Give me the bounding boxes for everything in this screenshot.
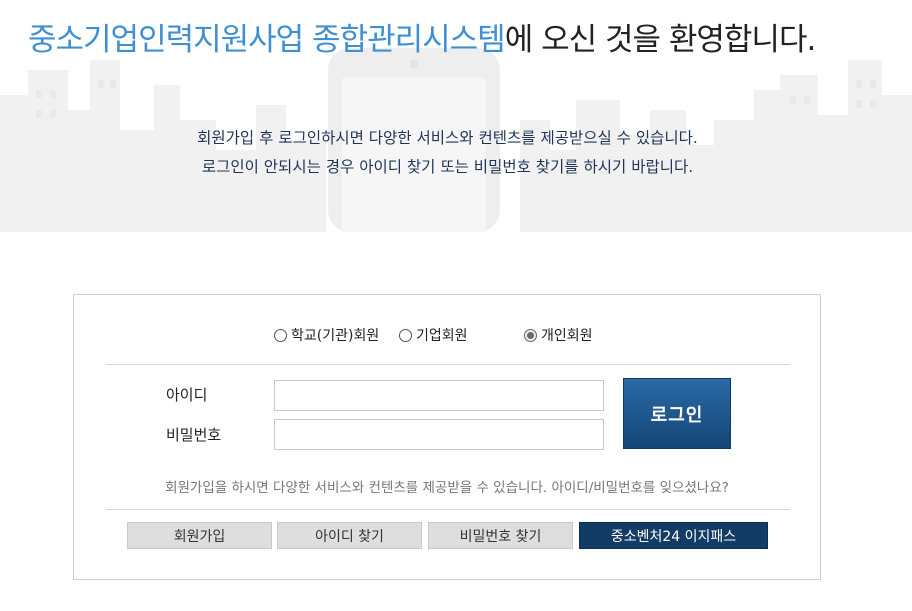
find-password-button[interactable]: 비밀번호 찾기 <box>428 522 573 549</box>
radio-school-member[interactable]: 학교(기관)회원 <box>274 325 379 345</box>
radio-label: 개인회원 <box>541 328 593 344</box>
welcome-title: 중소기업인력지원사업 종합관리시스템에 오신 것을 환영합니다. <box>28 14 817 59</box>
login-button[interactable]: 로그인 <box>623 378 731 449</box>
id-label: 아이디 <box>166 386 208 404</box>
system-name: 중소기업인력지원사업 종합관리시스템 <box>28 22 506 58</box>
login-panel: 학교(기관)회원 기업회원 개인회원 아이디 비밀번호 로그인 회원가입을 하시… <box>73 294 821 580</box>
radio-label: 기업회원 <box>416 328 468 344</box>
intro-text: 회원가입 후 로그인하시면 다양한 서비스와 컨텐츠를 제공받으실 수 있습니다… <box>0 124 895 182</box>
find-id-button[interactable]: 아이디 찾기 <box>277 522 422 549</box>
password-label: 비밀번호 <box>166 426 222 444</box>
divider <box>106 364 790 365</box>
id-input[interactable] <box>274 380 604 411</box>
easypass-button[interactable]: 중소벤처24 이지패스 <box>579 522 768 549</box>
radio-personal-member[interactable]: 개인회원 <box>524 325 593 345</box>
member-type-selector: 학교(기관)회원 기업회원 개인회원 <box>74 325 820 347</box>
radio-button-checked[interactable] <box>524 328 537 342</box>
intro-line: 로그인이 안되시는 경우 아이디 찾기 또는 비밀번호 찾기를 하시기 바랍니다… <box>201 158 694 176</box>
help-text: 회원가입을 하시면 다양한 서비스와 컨텐츠를 제공받을 수 있습니다. 아이디… <box>165 480 729 496</box>
radio-button[interactable] <box>274 328 287 342</box>
hero-banner: 중소기업인력지원사업 종합관리시스템에 오신 것을 환영합니다. 회원가입 후 … <box>0 0 912 232</box>
password-input[interactable] <box>274 419 604 450</box>
radio-button[interactable] <box>399 328 412 342</box>
signup-button[interactable]: 회원가입 <box>127 522 272 549</box>
welcome-suffix: 에 오신 것을 환영합니다. <box>504 22 817 58</box>
radio-company-member[interactable]: 기업회원 <box>399 325 468 345</box>
radio-label: 학교(기관)회원 <box>291 328 380 344</box>
intro-line: 회원가입 후 로그인하시면 다양한 서비스와 컨텐츠를 제공받으실 수 있습니다… <box>197 129 698 147</box>
divider <box>106 509 790 510</box>
